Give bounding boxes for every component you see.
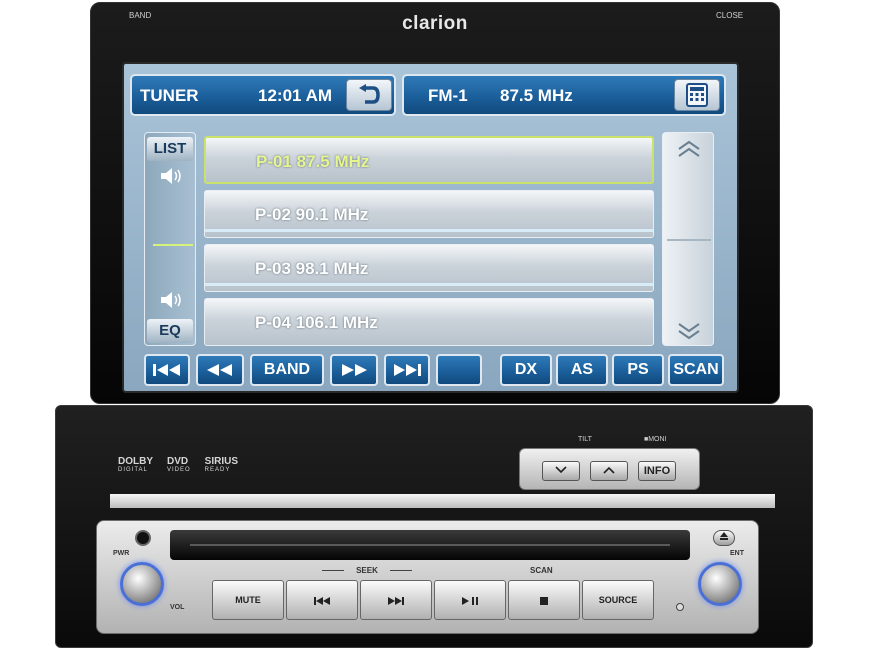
power-indicator (135, 530, 151, 546)
chevron-down-icon (555, 466, 567, 474)
brand-logo: clarion (402, 13, 468, 34)
frequency-display: 87.5 MHz (500, 86, 573, 105)
dolby-logo-text: DOLBY (118, 456, 153, 467)
active-preset-marker (153, 244, 193, 246)
tilt-down-button[interactable] (542, 461, 580, 481)
pwr-label: PWR (113, 550, 130, 557)
fast-forward-button[interactable] (330, 354, 378, 386)
preset-label: P-03 98.1 MHz (255, 259, 369, 278)
sirius-logo-text: SIRIUS (204, 456, 239, 467)
clock: 12:01 AM (258, 86, 333, 105)
band-button[interactable]: BAND (250, 354, 324, 386)
scan-label: SCAN (530, 566, 553, 575)
preset-item-4[interactable]: P-04 106.1 MHz (204, 298, 654, 346)
blank-button[interactable] (436, 354, 482, 386)
back-button[interactable] (346, 79, 392, 111)
chassis-trim (110, 494, 775, 508)
status-bar-right: FM-1 87.5 MHz (402, 74, 726, 116)
skip-back-icon (153, 363, 180, 376)
tilt-panel: INFO (519, 448, 700, 490)
scroll-column (662, 132, 714, 346)
side-column: LIST EQ (144, 132, 196, 346)
dvd-logo: DVD VIDEO (167, 456, 191, 473)
rewind-icon (207, 363, 232, 376)
speaker-icon (161, 168, 181, 184)
remote-sensor (676, 603, 684, 611)
skip-forward-icon (394, 363, 421, 376)
enter-knob[interactable] (698, 562, 742, 606)
moni-label: ■MONI (644, 436, 667, 443)
mute-button[interactable]: MUTE (212, 580, 284, 620)
chevron-up-icon (603, 466, 615, 474)
ent-label: ENT (730, 550, 744, 557)
disc-slot (170, 530, 690, 560)
play-pause-button[interactable] (434, 580, 506, 620)
skip-forward-icon (388, 596, 404, 605)
stop-button[interactable] (508, 580, 580, 620)
band-indicator: FM-1 (428, 86, 468, 105)
as-button[interactable]: AS (556, 354, 608, 386)
keypad-button[interactable] (674, 79, 720, 111)
preset-label: P-04 106.1 MHz (255, 313, 378, 332)
scroll-divider (667, 239, 711, 241)
vol-label: VOL (170, 604, 185, 611)
play-pause-icon (462, 596, 478, 605)
volume-knob[interactable] (120, 562, 164, 606)
rewind-button[interactable] (196, 354, 244, 386)
info-button[interactable]: INFO (638, 461, 676, 481)
eject-icon (720, 532, 728, 540)
scroll-up-icon[interactable] (675, 139, 703, 159)
ps-button[interactable]: PS (612, 354, 664, 386)
return-arrow-icon (359, 84, 380, 104)
skip-back-icon (314, 596, 330, 605)
slot-line (190, 544, 670, 546)
dvd-logo-text: DVD (167, 456, 189, 467)
preset-item-3[interactable]: P-03 98.1 MHz (204, 244, 654, 292)
eject-button[interactable] (713, 530, 735, 546)
status-bar-left: TUNER 12:01 AM (130, 74, 396, 116)
source-button[interactable]: SOURCE (582, 580, 654, 620)
fast-forward-icon (342, 363, 367, 376)
stop-icon (540, 596, 548, 605)
preset-item-2[interactable]: P-02 90.1 MHz (204, 190, 654, 238)
tilt-up-button[interactable] (590, 461, 628, 481)
list-button[interactable]: LIST (147, 137, 193, 161)
preset-stripe (205, 283, 653, 286)
sirius-logo-sub: READY (204, 467, 231, 473)
seek-forward-button[interactable] (360, 580, 432, 620)
scroll-down-icon[interactable] (675, 321, 703, 341)
dx-button[interactable]: DX (500, 354, 552, 386)
tilt-label: TILT (578, 436, 592, 443)
preset-label: P-01 87.5 MHz (256, 152, 370, 171)
eq-button[interactable]: EQ (147, 319, 193, 343)
dolby-logo: DOLBY DIGITAL (118, 456, 153, 473)
keypad-icon (686, 83, 708, 107)
touch-screen: TUNER 12:01 AM FM-1 87.5 MHz LIST EQ P-0… (122, 62, 739, 393)
dolby-logo-sub: DIGITAL (118, 467, 148, 473)
format-logos: DOLBY DIGITAL DVD VIDEO SIRIUS READY (118, 456, 238, 473)
seek-rule-right (390, 570, 412, 571)
track-start-button[interactable] (144, 354, 190, 386)
dvd-logo-sub: VIDEO (167, 467, 191, 473)
seek-back-button[interactable] (286, 580, 358, 620)
scan-button[interactable]: SCAN (668, 354, 724, 386)
preset-item-1[interactable]: P-01 87.5 MHz (204, 136, 654, 184)
preset-stripe (205, 229, 653, 232)
speaker-icon (161, 292, 181, 308)
source-label: TUNER (140, 86, 199, 105)
preset-label: P-02 90.1 MHz (255, 205, 369, 224)
track-next-button[interactable] (384, 354, 430, 386)
sirius-logo: SIRIUS READY (205, 456, 238, 473)
